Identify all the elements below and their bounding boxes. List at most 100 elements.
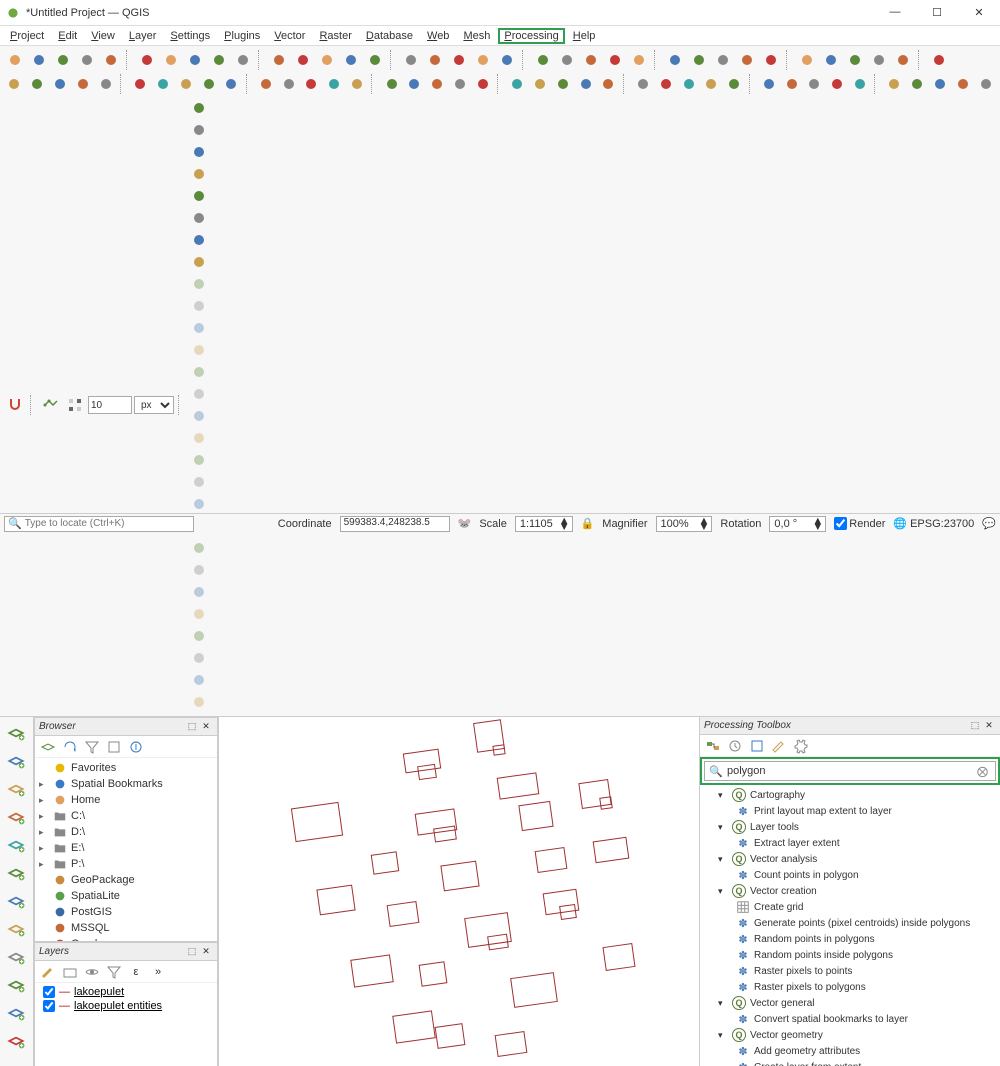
left-tool-button[interactable] xyxy=(2,889,30,913)
toolbar-button[interactable] xyxy=(868,49,890,71)
filter-legend-button[interactable] xyxy=(105,963,123,981)
toolbar-button[interactable] xyxy=(472,73,493,95)
layer-item[interactable]: —lakoepulet entities xyxy=(39,999,213,1013)
toolbar-button[interactable] xyxy=(188,405,210,427)
toolbar-button[interactable] xyxy=(50,73,71,95)
toolbar-button[interactable] xyxy=(27,73,48,95)
expand-icon[interactable]: ▸ xyxy=(39,811,49,822)
toolbar-button[interactable] xyxy=(796,49,818,71)
segment-length-input[interactable] xyxy=(88,396,132,414)
toolbar-button[interactable] xyxy=(188,361,210,383)
toolbox-algorithm[interactable]: ✽Raster pixels to polygons xyxy=(702,979,998,995)
toolbar-button[interactable] xyxy=(188,119,210,141)
menu-project[interactable]: Project xyxy=(4,28,50,44)
toolbar-button[interactable] xyxy=(424,49,446,71)
minimize-button[interactable]: — xyxy=(880,6,910,19)
toolbar-button[interactable] xyxy=(292,49,314,71)
menu-edit[interactable]: Edit xyxy=(52,28,83,44)
toolbar-button[interactable] xyxy=(72,73,93,95)
toolbar-button[interactable] xyxy=(130,73,151,95)
toolbar-button[interactable] xyxy=(928,49,950,71)
left-tool-button[interactable] xyxy=(2,805,30,829)
refresh-button[interactable] xyxy=(61,738,79,756)
menu-mesh[interactable]: Mesh xyxy=(457,28,496,44)
toolbox-algorithm[interactable]: ✽Print layout map extent to layer xyxy=(702,803,998,819)
toolbar-button[interactable] xyxy=(188,647,210,669)
layer-visibility-checkbox[interactable] xyxy=(43,1000,55,1012)
toolbar-button[interactable] xyxy=(975,73,996,95)
toolbox-algorithm[interactable]: ✽Convert spatial bookmarks to layer xyxy=(702,1011,998,1027)
toolbar-button[interactable] xyxy=(760,49,782,71)
render-checkbox[interactable] xyxy=(834,517,847,530)
collapse-all-button[interactable] xyxy=(105,738,123,756)
clear-search-button[interactable]: ⨂ xyxy=(977,765,991,778)
style-button[interactable] xyxy=(39,963,57,981)
toolbar-button[interactable] xyxy=(188,207,210,229)
toolbar-button[interactable] xyxy=(188,625,210,647)
toolbar-button[interactable] xyxy=(4,73,25,95)
toolbar-button[interactable] xyxy=(188,603,210,625)
left-tool-button[interactable] xyxy=(2,777,30,801)
toolbar-button[interactable] xyxy=(188,471,210,493)
magnifier-input[interactable]: 100%▲▼ xyxy=(656,516,713,532)
expand-icon[interactable]: ▾ xyxy=(718,822,728,833)
rotation-input[interactable]: 0,0 °▲▼ xyxy=(769,516,826,532)
toolbar-button[interactable] xyxy=(664,49,686,71)
expand-icon[interactable]: ▾ xyxy=(718,854,728,865)
toolbar-button[interactable] xyxy=(781,73,802,95)
toolbar-button[interactable] xyxy=(604,49,626,71)
scale-input[interactable]: 1:1105▲▼ xyxy=(515,516,573,532)
expression-filter-button[interactable]: ε xyxy=(127,963,145,981)
toolbar-button[interactable] xyxy=(316,49,338,71)
toolbar-button[interactable] xyxy=(507,73,528,95)
toolbox-algorithm[interactable]: ✽Random points in polygons xyxy=(702,931,998,947)
toolbar-button[interactable] xyxy=(347,73,368,95)
panel-close-button[interactable]: ✕ xyxy=(199,945,213,959)
toolbar-button[interactable] xyxy=(268,49,290,71)
left-tool-button[interactable] xyxy=(2,721,30,745)
vertex-tool-button[interactable] xyxy=(40,394,62,416)
toolbar-button[interactable] xyxy=(655,73,676,95)
toolbar-button[interactable] xyxy=(556,49,578,71)
toolbar-button[interactable] xyxy=(400,49,422,71)
left-tool-button[interactable] xyxy=(2,1001,30,1025)
layer-visibility-checkbox[interactable] xyxy=(43,986,55,998)
browser-item[interactable]: ▸Spatial Bookmarks xyxy=(39,776,213,792)
toolbar-button[interactable] xyxy=(758,73,779,95)
toolbar-button[interactable] xyxy=(4,49,26,71)
toolbox-algorithm[interactable]: ✽Random points inside polygons xyxy=(702,947,998,963)
toolbar-button[interactable] xyxy=(688,49,710,71)
segment-unit-select[interactable]: px xyxy=(134,396,174,414)
toolbar-button[interactable] xyxy=(628,49,650,71)
toolbar-button[interactable] xyxy=(324,73,345,95)
model-button[interactable] xyxy=(704,737,722,755)
toolbar-button[interactable] xyxy=(188,163,210,185)
close-button[interactable]: ✕ xyxy=(964,6,994,19)
expand-button[interactable]: » xyxy=(149,963,167,981)
toolbar-button[interactable] xyxy=(188,97,210,119)
toolbox-group[interactable]: ▾QVector geometry xyxy=(702,1027,998,1043)
toolbox-search-input[interactable] xyxy=(727,765,977,777)
menu-vector[interactable]: Vector xyxy=(268,28,311,44)
toolbox-algorithm[interactable]: ✽Raster pixels to points xyxy=(702,963,998,979)
toolbar-button[interactable] xyxy=(427,73,448,95)
toolbar-button[interactable] xyxy=(364,49,386,71)
toolbar-button[interactable] xyxy=(884,73,905,95)
panel-undock-button[interactable]: ⬚ xyxy=(968,719,982,733)
toolbar-button[interactable] xyxy=(598,73,619,95)
toolbar-button[interactable] xyxy=(736,49,758,71)
properties-button[interactable]: i xyxy=(127,738,145,756)
lock-icon[interactable]: 🔒 xyxy=(581,517,595,530)
toolbar-button[interactable] xyxy=(827,73,848,95)
map-canvas[interactable] xyxy=(219,717,700,1066)
toolbar-button[interactable] xyxy=(188,295,210,317)
toolbar-button[interactable] xyxy=(496,49,518,71)
toolbox-group[interactable]: ▾QVector creation xyxy=(702,883,998,899)
layers-tree[interactable]: —lakoepulet—lakoepulet entities xyxy=(35,983,217,1066)
left-tool-button[interactable] xyxy=(2,917,30,941)
menu-web[interactable]: Web xyxy=(421,28,455,44)
locator-input[interactable] xyxy=(25,518,190,529)
toolbar-button[interactable] xyxy=(278,73,299,95)
add-layer-button[interactable] xyxy=(39,738,57,756)
layer-item[interactable]: —lakoepulet xyxy=(39,985,213,999)
